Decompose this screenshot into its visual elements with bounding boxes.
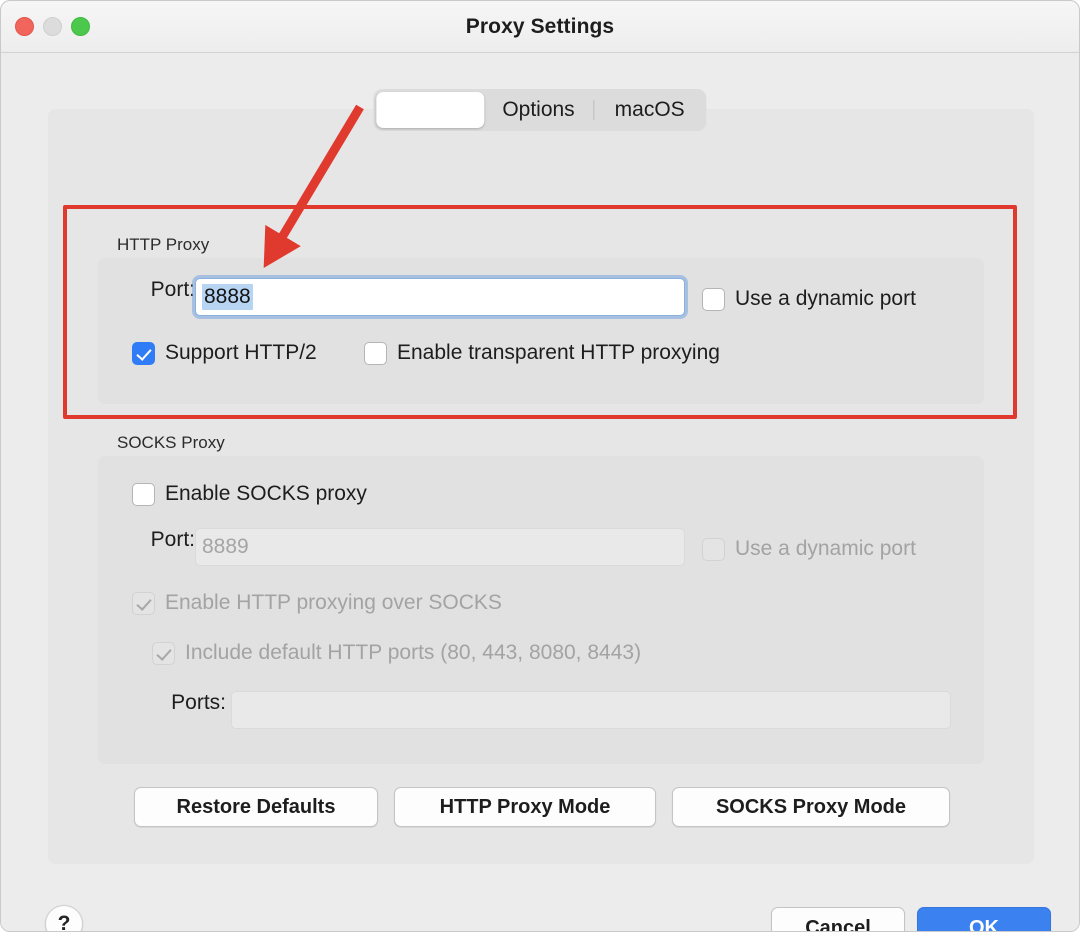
question-mark-icon: ? xyxy=(57,912,71,932)
restore-defaults-button[interactable]: Restore Defaults xyxy=(134,787,378,827)
enable-socks-label: Enable SOCKS proxy xyxy=(165,482,367,505)
http-proxy-mode-button[interactable]: HTTP Proxy Mode xyxy=(394,787,656,827)
proxy-settings-window: Proxy Settings Options macOS HTTP Proxy … xyxy=(0,0,1080,932)
tab-bar: Options macOS xyxy=(373,89,707,131)
transparent-proxy-label: Enable transparent HTTP proxying xyxy=(397,341,720,364)
socks-port-value: 8889 xyxy=(202,535,249,558)
enable-socks-checkbox-row[interactable]: Enable SOCKS proxy xyxy=(132,482,367,506)
tab-macos-label: macOS xyxy=(614,98,685,121)
cancel-button[interactable]: Cancel xyxy=(771,907,905,932)
http-dynamic-port-checkbox[interactable] xyxy=(702,287,725,311)
cancel-label: Cancel xyxy=(805,916,871,932)
tab-proxies[interactable] xyxy=(376,92,485,128)
help-button[interactable]: ? xyxy=(45,905,83,932)
mode-button-group: Restore Defaults HTTP Proxy Mode SOCKS P… xyxy=(134,787,950,827)
http-port-value: 8888 xyxy=(202,284,253,310)
tab-options[interactable]: Options xyxy=(484,92,592,128)
support-http2-checkbox-row[interactable]: Support HTTP/2 xyxy=(132,341,317,365)
socks-dynamic-port-checkbox xyxy=(702,537,725,561)
restore-defaults-label: Restore Defaults xyxy=(176,795,336,818)
socks-proxy-group-label: SOCKS Proxy xyxy=(117,433,225,452)
include-default-ports-checkbox-row: Include default HTTP ports (80, 443, 808… xyxy=(152,641,641,665)
socks-ports-input[interactable] xyxy=(231,691,951,729)
socks-ports-label: Ports: xyxy=(171,691,226,714)
http-over-socks-checkbox xyxy=(132,591,155,615)
socks-ports-row: Ports: xyxy=(148,691,226,715)
socks-proxy-mode-label: SOCKS Proxy Mode xyxy=(715,795,907,818)
socks-dynamic-port-checkbox-row: Use a dynamic port xyxy=(702,537,916,561)
include-default-ports-label: Include default HTTP ports (80, 443, 808… xyxy=(185,641,642,664)
http-dynamic-port-checkbox-row[interactable]: Use a dynamic port xyxy=(702,287,916,311)
http-proxy-group-label: HTTP Proxy xyxy=(117,235,210,254)
http-port-input[interactable]: 8888 xyxy=(195,278,685,316)
support-http2-label: Support HTTP/2 xyxy=(165,341,317,364)
http-over-socks-checkbox-row: Enable HTTP proxying over SOCKS xyxy=(132,591,502,615)
socks-dynamic-port-label: Use a dynamic port xyxy=(735,537,916,560)
socks-port-row: Port: xyxy=(129,528,195,552)
transparent-proxy-checkbox[interactable] xyxy=(364,341,387,365)
tab-separator xyxy=(593,100,595,120)
ok-button[interactable]: OK xyxy=(917,907,1051,932)
include-default-ports-checkbox xyxy=(152,641,175,665)
support-http2-checkbox[interactable] xyxy=(132,341,155,365)
transparent-proxy-checkbox-row[interactable]: Enable transparent HTTP proxying xyxy=(364,341,720,365)
socks-port-input[interactable]: 8889 xyxy=(195,528,685,566)
tab-macos[interactable]: macOS xyxy=(596,92,704,128)
http-port-label: Port: xyxy=(150,278,195,301)
http-port-row: Port: xyxy=(129,278,195,302)
dialog-body: Options macOS HTTP Proxy Port: 8888 Use … xyxy=(1,53,1079,932)
tab-options-label: Options xyxy=(502,98,575,121)
socks-proxy-mode-button[interactable]: SOCKS Proxy Mode xyxy=(672,787,950,827)
window-title: Proxy Settings xyxy=(465,15,615,38)
enable-socks-checkbox[interactable] xyxy=(132,482,155,506)
socks-port-label: Port: xyxy=(150,528,195,551)
footer-button-group: Cancel OK xyxy=(771,907,1051,932)
http-dynamic-port-label: Use a dynamic port xyxy=(735,287,916,310)
ok-label: OK xyxy=(969,916,999,932)
title-bar: Proxy Settings xyxy=(1,1,1079,53)
http-proxy-mode-label: HTTP Proxy Mode xyxy=(439,795,611,818)
http-over-socks-label: Enable HTTP proxying over SOCKS xyxy=(165,591,502,614)
